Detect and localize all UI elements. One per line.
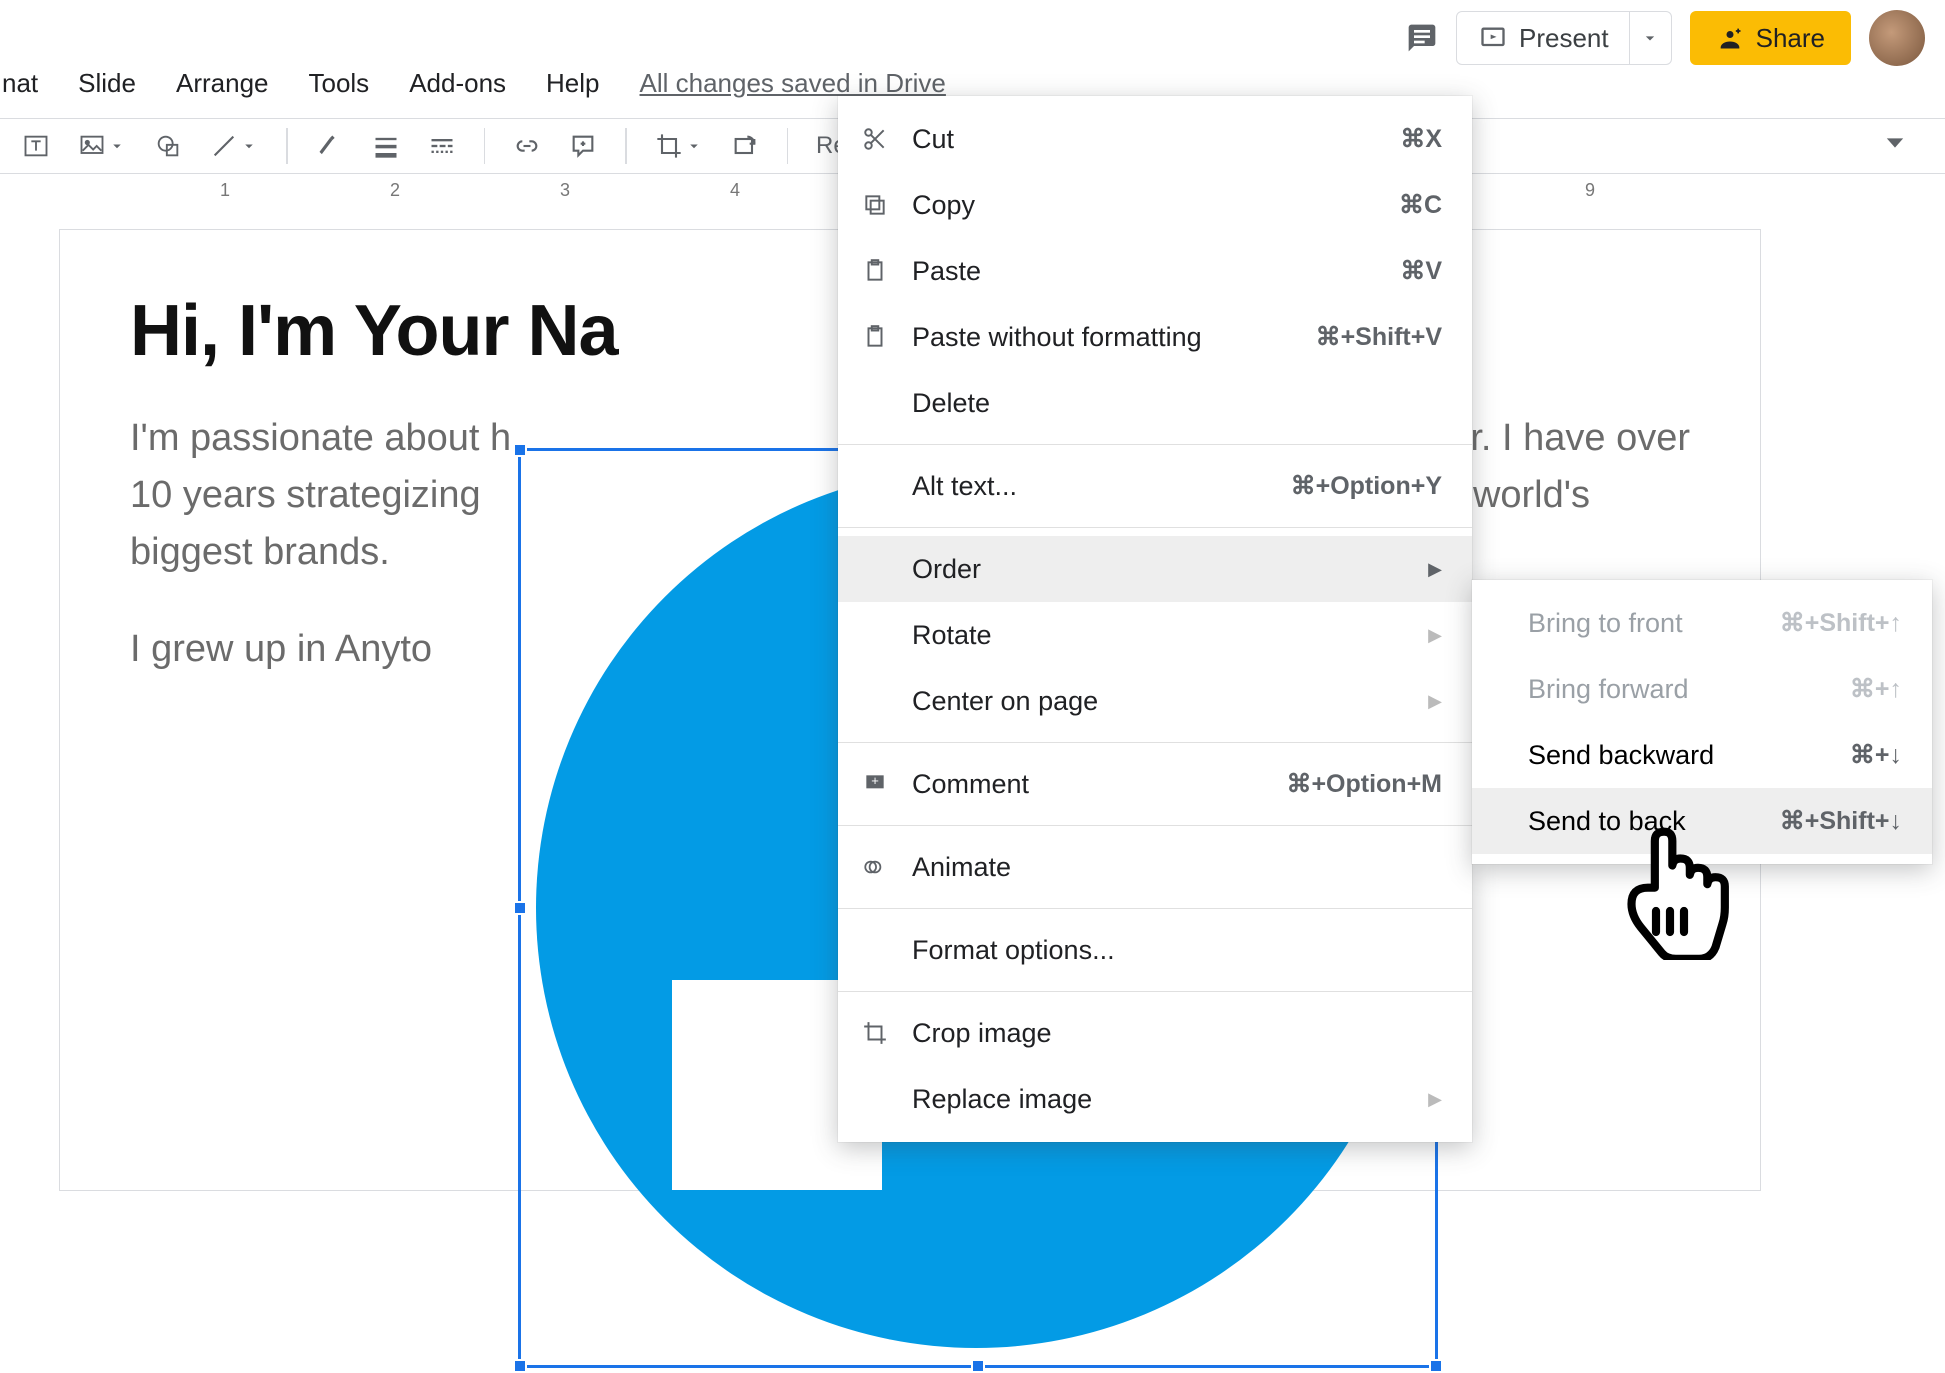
context-menu: Cut ⌘X Copy ⌘C Paste ⌘V Paste without fo… bbox=[838, 96, 1472, 1142]
menu-arrange[interactable]: Arrange bbox=[156, 60, 289, 109]
sub-bring-to-front[interactable]: Bring to front ⌘+Shift+↑ bbox=[1472, 590, 1932, 656]
paste-plain-icon bbox=[860, 324, 890, 350]
svg-text:+: + bbox=[871, 773, 879, 788]
submenu-arrow-icon: ▶ bbox=[1428, 1089, 1442, 1110]
ctx-replace-image[interactable]: Replace image ▶ bbox=[838, 1066, 1472, 1132]
ctx-format-options[interactable]: Format options... bbox=[838, 917, 1472, 983]
ctx-comment[interactable]: + Comment ⌘+Option+M bbox=[838, 751, 1472, 817]
insert-comment-tool[interactable] bbox=[565, 128, 601, 164]
submenu-arrow-icon: ▶ bbox=[1428, 691, 1442, 712]
resize-handle-tl[interactable] bbox=[513, 443, 527, 457]
ctx-delete[interactable]: Delete bbox=[838, 370, 1472, 436]
ctx-cut[interactable]: Cut ⌘X bbox=[838, 106, 1472, 172]
resize-handle-bl[interactable] bbox=[513, 1359, 527, 1373]
ruler-mark: 4 bbox=[730, 180, 740, 201]
ctx-center-on-page[interactable]: Center on page ▶ bbox=[838, 668, 1472, 734]
ctx-order[interactable]: Order ▶ bbox=[838, 536, 1472, 602]
ruler-mark: 3 bbox=[560, 180, 570, 201]
present-dropdown-caret[interactable] bbox=[1629, 12, 1671, 64]
menu-bar: nat Slide Arrange Tools Add-ons Help All… bbox=[0, 60, 966, 123]
share-label: Share bbox=[1756, 23, 1825, 54]
submenu-arrow-icon: ▶ bbox=[1428, 625, 1442, 646]
crop-tool[interactable] bbox=[651, 128, 707, 164]
resize-handle-ml[interactable] bbox=[513, 901, 527, 915]
paste-icon bbox=[860, 258, 890, 284]
crop-icon bbox=[860, 1020, 890, 1046]
comment-add-icon: + bbox=[860, 771, 890, 797]
submenu-arrow-icon: ▶ bbox=[1428, 559, 1442, 580]
collapse-toolbar-icon[interactable] bbox=[1881, 129, 1909, 163]
slide-body-text-2: I grew up in Anyto bbox=[130, 628, 432, 671]
ruler-mark: 2 bbox=[390, 180, 400, 201]
line-color-tool[interactable] bbox=[312, 128, 348, 164]
ctx-alt-text[interactable]: Alt text... ⌘+Option+Y bbox=[838, 453, 1472, 519]
resize-handle-bm[interactable] bbox=[971, 1359, 985, 1373]
line-dash-tool[interactable] bbox=[424, 128, 460, 164]
animate-icon bbox=[860, 854, 890, 880]
ctx-copy[interactable]: Copy ⌘C bbox=[838, 172, 1472, 238]
menu-help[interactable]: Help bbox=[526, 60, 619, 109]
sub-send-backward[interactable]: Send backward ⌘+↓ bbox=[1472, 722, 1932, 788]
menu-tools[interactable]: Tools bbox=[288, 60, 389, 109]
slide-title: Hi, I'm Your Na bbox=[130, 290, 618, 372]
insert-image-tool[interactable] bbox=[74, 128, 130, 164]
text-box-tool[interactable] bbox=[18, 128, 54, 164]
present-button-group: Present bbox=[1456, 11, 1672, 65]
reset-image-tool[interactable] bbox=[727, 128, 763, 164]
resize-handle-br[interactable] bbox=[1429, 1359, 1443, 1373]
menu-addons[interactable]: Add-ons bbox=[389, 60, 526, 109]
ruler-mark: 1 bbox=[220, 180, 230, 201]
ruler-mark: 9 bbox=[1585, 180, 1595, 201]
present-label: Present bbox=[1519, 23, 1609, 54]
insert-shape-tool[interactable] bbox=[150, 128, 186, 164]
ctx-paste[interactable]: Paste ⌘V bbox=[838, 238, 1472, 304]
present-button[interactable]: Present bbox=[1457, 12, 1629, 64]
line-weight-tool[interactable] bbox=[368, 128, 404, 164]
copy-icon bbox=[860, 192, 890, 218]
ctx-rotate[interactable]: Rotate ▶ bbox=[838, 602, 1472, 668]
menu-format[interactable]: nat bbox=[0, 60, 58, 109]
avatar[interactable] bbox=[1869, 10, 1925, 66]
insert-link-tool[interactable] bbox=[509, 128, 545, 164]
cursor-pointer-icon bbox=[1610, 820, 1730, 966]
ctx-animate[interactable]: Animate bbox=[838, 834, 1472, 900]
menu-slide[interactable]: Slide bbox=[58, 60, 156, 109]
insert-line-tool[interactable] bbox=[206, 128, 262, 164]
share-button[interactable]: Share bbox=[1690, 11, 1851, 65]
ctx-paste-without-formatting[interactable]: Paste without formatting ⌘+Shift+V bbox=[838, 304, 1472, 370]
sub-bring-forward[interactable]: Bring forward ⌘+↑ bbox=[1472, 656, 1932, 722]
comments-icon[interactable] bbox=[1406, 22, 1438, 54]
ctx-crop-image[interactable]: Crop image bbox=[838, 1000, 1472, 1066]
cut-icon bbox=[860, 126, 890, 152]
